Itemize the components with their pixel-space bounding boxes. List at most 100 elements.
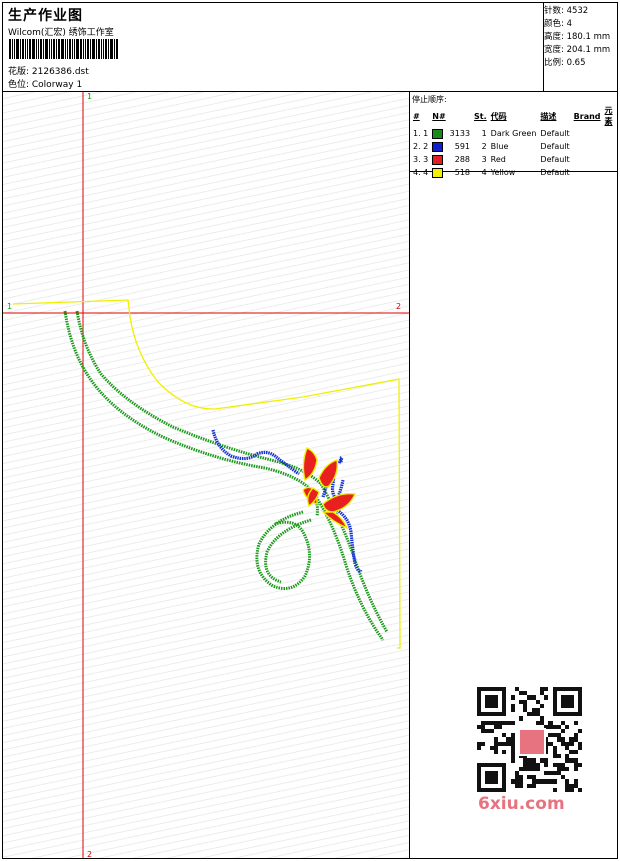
design-height: 高度: 180.1 mm	[544, 32, 611, 42]
qr-module	[502, 787, 507, 792]
qr-module	[552, 787, 557, 792]
qr-module	[565, 766, 570, 771]
qr-module	[561, 729, 566, 734]
row-element	[572, 153, 603, 166]
row-code: 1	[481, 129, 487, 138]
watermark-logo: 6xiu.com	[478, 794, 565, 814]
table-row: 2. 2 591 2 Blue Default	[411, 140, 617, 153]
color-swatch	[432, 141, 444, 152]
qr-module	[519, 783, 524, 788]
barcode-bar	[40, 39, 42, 59]
barcode-bar	[69, 39, 71, 59]
barcode-bar	[83, 39, 84, 59]
row-stitches: 518	[454, 168, 471, 177]
barcode-bar	[14, 39, 15, 59]
table-header-row: # N# St. 代码 描述 Brand 元素	[411, 105, 617, 127]
barcode-bar	[114, 39, 115, 59]
barcode-bar	[38, 39, 39, 59]
qr-module	[510, 708, 515, 713]
yellow-outline	[12, 299, 401, 649]
barcode-bar	[29, 39, 31, 59]
row-index: 3. 3	[413, 155, 429, 164]
qr-module	[510, 758, 515, 763]
barcode-bar	[20, 39, 21, 59]
row-element	[572, 166, 603, 179]
col-header-code: 代码	[490, 111, 507, 121]
sheet-header: 生产作业图 Wilcom(汇宏) 绣饰工作室 花版: 2126386.dst 色…	[3, 3, 617, 92]
barcode-bar	[116, 39, 118, 59]
barcode-bar	[43, 39, 44, 59]
qr-module	[577, 745, 582, 750]
qr-module	[493, 779, 498, 784]
barcode-bar	[110, 39, 113, 59]
row-description: Red	[490, 155, 506, 164]
qr-module	[535, 766, 540, 771]
qr-module	[573, 720, 578, 725]
file-name: 花版: 2126386.dst	[8, 67, 89, 77]
company-name: Wilcom(汇宏) 绣饰工作室	[8, 28, 114, 38]
red-flower	[302, 447, 357, 530]
row-index: 2. 2	[413, 142, 429, 151]
barcode-bar	[92, 39, 95, 59]
barcode-bar	[51, 39, 52, 59]
col-header-brand: Brand	[573, 111, 601, 121]
qr-module	[510, 695, 515, 700]
barcode	[9, 39, 141, 59]
qr-module	[552, 779, 557, 784]
barcode-bar	[45, 39, 48, 59]
barcode-bar	[72, 39, 73, 59]
barcode-bar	[32, 39, 35, 59]
qr-module	[573, 750, 578, 755]
qr-module	[477, 745, 482, 750]
design-scale: 比例: 0.65	[544, 58, 586, 68]
row-brand: Default	[540, 155, 570, 164]
row-brand: Default	[540, 129, 570, 138]
barcode-bar	[49, 39, 50, 59]
row-index: 1. 1	[413, 129, 429, 138]
color-swatch	[432, 167, 444, 178]
row-description: Blue	[490, 142, 509, 151]
qr-module	[569, 703, 574, 708]
col-header-description: 描述	[540, 111, 557, 121]
qr-module	[569, 741, 574, 746]
barcode-bar	[87, 39, 89, 59]
row-swatch	[430, 153, 447, 166]
row-description: Dark Green	[490, 129, 537, 138]
qr-module	[519, 716, 524, 721]
qr-module	[481, 741, 486, 746]
qr-module	[531, 783, 536, 788]
barcode-bar	[74, 39, 75, 59]
design-width: 宽度: 204.1 mm	[544, 45, 611, 55]
qr-module	[577, 712, 582, 717]
row-stitches: 3133	[449, 129, 471, 138]
barcode-bar	[108, 39, 109, 59]
qr-module	[540, 703, 545, 708]
row-swatch	[430, 127, 447, 140]
colorway: 色位: Colorway 1	[8, 80, 83, 90]
barcode-bar	[25, 39, 26, 59]
barcode-bar	[85, 39, 86, 59]
horizontal-marker-right: 2	[396, 302, 402, 311]
row-stitches: 591	[454, 142, 471, 151]
barcode-bar	[76, 39, 79, 59]
barcode-bar	[53, 39, 55, 59]
barcode-bar	[36, 39, 37, 59]
row-code: 4	[481, 168, 487, 177]
page-title: 生产作业图	[8, 8, 83, 24]
barcode-bar	[12, 39, 13, 59]
qr-module	[577, 787, 582, 792]
barcode-bar	[58, 39, 60, 59]
barcode-bar	[9, 39, 11, 59]
row-description: Yellow	[490, 168, 516, 177]
row-swatch	[430, 166, 447, 179]
barcode-bar	[67, 39, 68, 59]
row-stitches: 288	[454, 155, 471, 164]
color-count: 颜色: 4	[544, 19, 572, 29]
barcode-bar	[98, 39, 100, 59]
col-header-needle: N#	[432, 111, 446, 121]
table-row: 3. 3 288 3 Red Default	[411, 153, 617, 166]
row-element	[572, 140, 603, 153]
row-code: 3	[481, 155, 487, 164]
vertical-marker-bottom: 2	[87, 850, 93, 858]
design-preview: 1 2 1 2	[3, 92, 410, 858]
